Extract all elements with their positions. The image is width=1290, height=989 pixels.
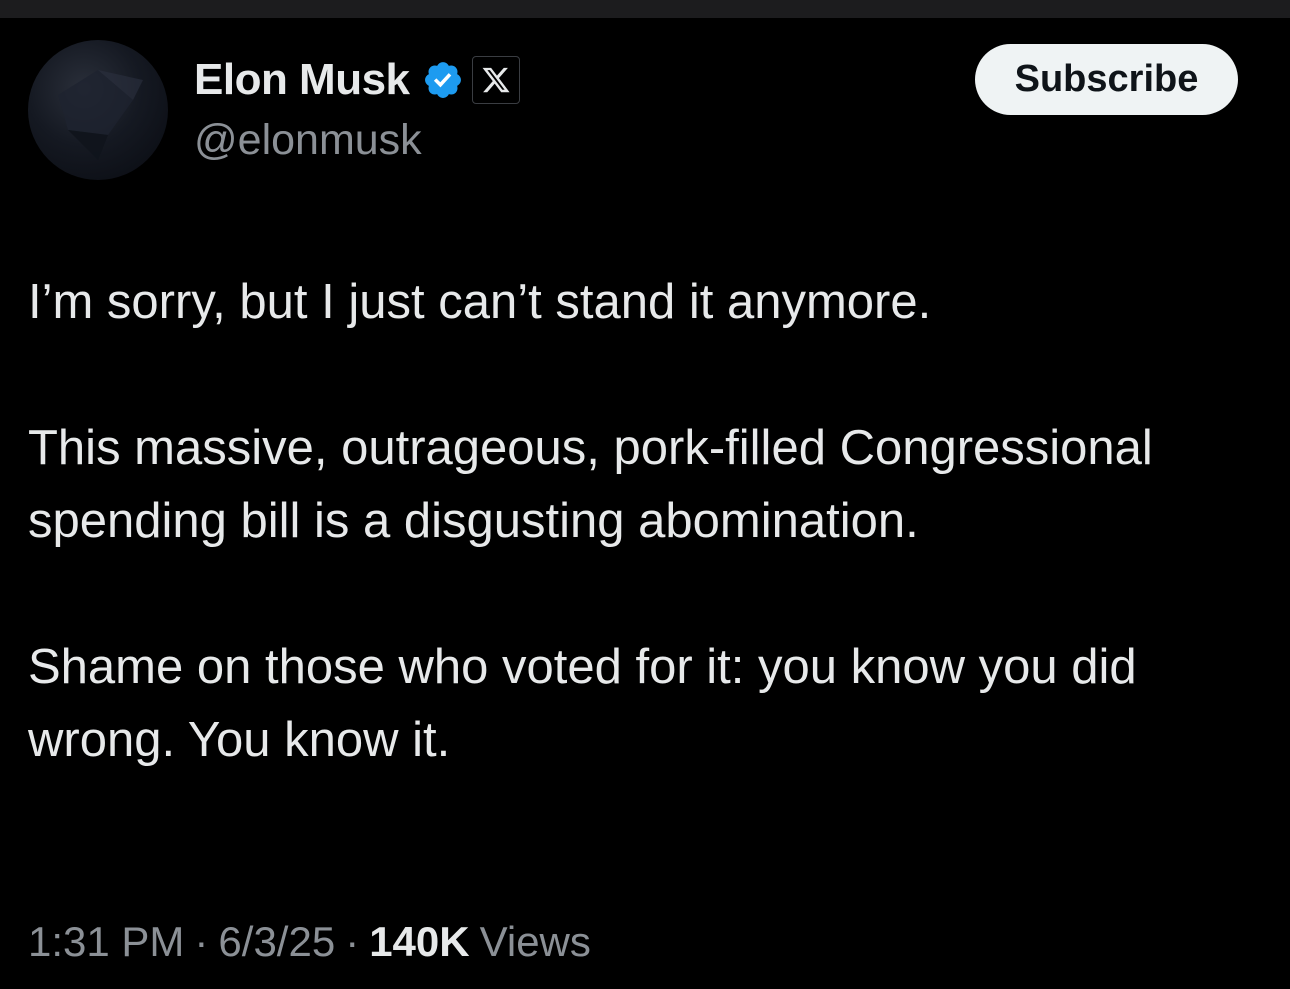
tweet-metadata: 1:31 PM · 6/3/25 · 140K Views	[28, 918, 591, 966]
x-logo-icon[interactable]	[471, 56, 520, 104]
tweet-time[interactable]: 1:31 PM	[28, 918, 184, 966]
tweet-date[interactable]: 6/3/25	[218, 918, 335, 966]
status-bar	[0, 0, 1290, 18]
separator: ·	[194, 918, 209, 965]
author-display-name[interactable]: Elon Musk	[194, 55, 410, 105]
views-label: Views	[479, 918, 591, 965]
views-count[interactable]: 140K	[369, 918, 469, 966]
avatar[interactable]	[28, 40, 168, 180]
tweet-card: Elon Musk @elonmusk Subscribe I’m sorry,…	[0, 18, 1290, 989]
author-name-row: Elon Musk	[194, 54, 520, 106]
tweet-text: I’m sorry, but I just can’t stand it any…	[28, 266, 1268, 777]
author-handle[interactable]: @elonmusk	[194, 116, 422, 165]
separator: ·	[345, 918, 360, 965]
subscribe-button[interactable]: Subscribe	[975, 44, 1238, 115]
tweet-paragraph: This massive, outrageous, pork-filled Co…	[28, 421, 1153, 548]
verified-badge-icon[interactable]	[422, 59, 464, 101]
tweet-paragraph: I’m sorry, but I just can’t stand it any…	[28, 275, 932, 329]
avatar-image	[58, 70, 143, 160]
tweet-paragraph: Shame on those who voted for it: you kno…	[28, 640, 1137, 767]
